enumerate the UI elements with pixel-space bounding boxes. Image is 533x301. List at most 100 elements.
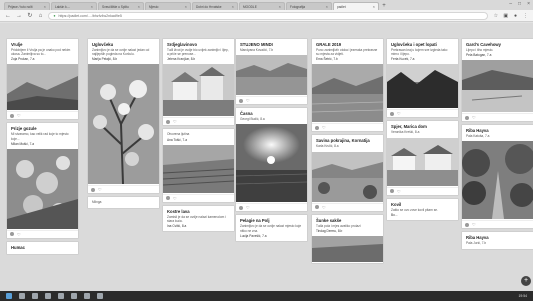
menu-icon[interactable]: ⋮	[523, 13, 528, 19]
post-author: Ema Šetrić, 7.b	[316, 57, 338, 62]
post-title: Riba Hayva	[466, 128, 489, 134]
post-author: Tindag Dermu, 8.b	[316, 228, 343, 233]
post-author: Milan Mušić, 7.a	[11, 141, 35, 146]
browser-tab[interactable]: Mjesto ×	[145, 2, 191, 10]
heart-icon[interactable]: ♡	[397, 189, 401, 194]
post-card[interactable]: Časna Georgi Budić, 8.a ♡	[236, 108, 307, 212]
close-icon[interactable]: ×	[44, 4, 46, 9]
post-author: Lucija Pavešić, 7.a	[240, 233, 267, 238]
back-icon[interactable]: ←	[5, 13, 11, 19]
new-tab-button[interactable]: +	[380, 2, 388, 10]
post-title: Časna	[240, 111, 253, 117]
board-column: Vrulje Pridobijem li Vrulja pa je onako …	[7, 39, 78, 258]
post-text: Zamisli je da se ovdje nalazi kamenolom …	[167, 214, 226, 223]
post-card[interactable]: Spjer, Marica dom Veronika Krešić, 8.a ♡	[387, 121, 458, 195]
maximize-button[interactable]: □	[518, 1, 521, 7]
close-icon[interactable]: ×	[232, 4, 234, 9]
browser-tab[interactable]: Dobri do Hrvatske ×	[192, 2, 238, 10]
profile-icon[interactable]: ●	[513, 13, 518, 19]
post-title: Prizje gozule	[11, 126, 37, 132]
close-icon[interactable]: ×	[326, 4, 328, 9]
heart-icon[interactable]: ♡	[322, 205, 326, 210]
post-text: Otvorena ljutina	[167, 132, 190, 137]
heart-icon[interactable]: ♡	[98, 187, 102, 192]
app-icon[interactable]	[84, 293, 90, 299]
avatar	[465, 222, 469, 227]
post-card[interactable]: Riba Hayva Pala Jurić, 7.b	[462, 232, 533, 249]
browser-tab[interactable]: Prijave / tuto nolit ×	[4, 2, 50, 10]
close-window-button[interactable]: ×	[527, 1, 530, 7]
post-card[interactable]: Savina pokrajina, Kornatija Karla Krulić…	[312, 135, 383, 211]
post-card[interactable]: Riba Hayva Pala Katuša, 7.a ♡	[462, 125, 533, 229]
post-card[interactable]: Kostre lava Zamisli je da se ovdje nalaz…	[163, 205, 234, 232]
post-text: Pridobijem li Vrulja pa je onako pod nek…	[11, 48, 71, 57]
heart-icon[interactable]: ♡	[17, 113, 21, 118]
avatar	[390, 111, 394, 116]
post-card[interactable]: STUJENO MINDI Mandyana Kovačić, 7.b ♡	[236, 39, 307, 105]
browser-tab-active[interactable]: padlet ×	[333, 2, 379, 10]
post-card[interactable]: Kovil Zašto se ovo zove kovil pitam se. …	[387, 198, 458, 220]
avatar	[10, 113, 14, 118]
post-card[interactable]: Uglovčeku i opet lopati Prekrasan kraj u…	[387, 39, 458, 118]
post-text: Georgi Budić, 8.a	[240, 117, 265, 122]
star-icon[interactable]: ☆	[493, 13, 498, 19]
close-icon[interactable]: ×	[185, 4, 187, 9]
heart-icon[interactable]: ♡	[322, 125, 326, 130]
heart-icon[interactable]: ♡	[173, 119, 177, 124]
post-text: Mlinga	[92, 200, 102, 205]
tab-label: Prijave / tuto nolit	[8, 4, 33, 9]
close-icon[interactable]: ×	[279, 4, 281, 9]
post-card[interactable]: Vrulje Pridobijem li Vrulja pa je onako …	[7, 39, 78, 120]
heart-icon[interactable]: ♡	[397, 111, 401, 116]
post-title: Humac	[11, 244, 25, 250]
post-card[interactable]: Mlinga	[88, 197, 159, 208]
address-bar[interactable]: ● https://padlet.com/..../bhzfv4w2nkad9e…	[48, 11, 489, 20]
post-card[interactable]: Otvorena ljutina Ana Tošić, 7.a ♡	[163, 129, 234, 202]
post-title: Savina pokrajina, Kornatija	[316, 138, 370, 144]
heart-icon[interactable]: ♡	[472, 222, 476, 227]
post-card[interactable]: Šunke sakše Tuđa pola i mjes avatiko pro…	[312, 214, 383, 263]
post-card[interactable]: Prizje gozule Mi stvaramo, kao velik rad…	[7, 123, 78, 238]
post-title: Šunke sakše	[316, 217, 342, 223]
browser-icon[interactable]	[45, 293, 51, 299]
post-card[interactable]: Gard's Cavehowy Lijepo i tiho mjesto. Pe…	[462, 39, 533, 122]
post-photo	[7, 64, 78, 111]
forward-icon[interactable]: →	[16, 13, 22, 19]
close-icon[interactable]: ×	[91, 4, 93, 9]
reload-icon[interactable]: ↻	[27, 12, 33, 19]
tab-label: padlet	[337, 4, 346, 9]
post-title: Kovil	[391, 201, 402, 207]
close-icon[interactable]: ×	[373, 4, 375, 9]
post-author: Ana Tošić, 7.a	[167, 137, 187, 142]
post-author: Ferta Kucek, 7.a	[391, 57, 415, 62]
browser-tab[interactable]: Fotografija ×	[286, 2, 332, 10]
post-card[interactable]: Uglovčeku Zanimljivo je da se ovdje nala…	[88, 39, 159, 194]
post-photo	[312, 64, 383, 123]
add-post-button[interactable]: +	[521, 276, 531, 286]
minimize-button[interactable]: –	[509, 1, 512, 7]
post-title: Uglovčeku i opet lopati	[391, 42, 437, 47]
app-icon[interactable]	[97, 293, 103, 299]
heart-icon[interactable]: ♡	[246, 205, 250, 210]
heart-icon[interactable]: ♡	[173, 196, 177, 201]
post-text: Mandyana Kovačić, 7.b	[240, 48, 274, 52]
post-card[interactable]: Humac	[7, 241, 78, 254]
search-icon[interactable]	[19, 293, 25, 299]
extensions-icon[interactable]: ▣	[503, 13, 508, 19]
heart-icon[interactable]: ♡	[246, 98, 250, 103]
heart-icon[interactable]: ♡	[472, 115, 476, 120]
post-card[interactable]: Pelagie na Polj Zanimljivo je da se ovdj…	[236, 215, 307, 241]
heart-icon[interactable]: ♡	[17, 232, 21, 237]
app-icon[interactable]	[71, 293, 77, 299]
post-text: Zanimljivo je da se ovdje nalazi jedan o…	[92, 48, 150, 57]
home-icon[interactable]: ⌂	[38, 13, 44, 19]
browser-tab[interactable]: Sveučilište u Splitu ×	[98, 2, 144, 10]
start-menu-icon[interactable]	[6, 293, 12, 299]
word-icon[interactable]	[58, 293, 64, 299]
browser-tab[interactable]: MOODLE ×	[239, 2, 285, 10]
post-card[interactable]: Srdjeglavinovo Tuđi život je ovdje bio u…	[163, 39, 234, 126]
browser-tab[interactable]: Lakšin k.... ×	[51, 2, 97, 10]
close-icon[interactable]: ×	[138, 4, 140, 9]
file-explorer-icon[interactable]	[32, 293, 38, 299]
post-card[interactable]: GRALE 2019 Puno zanimljivih otoka i jeze…	[312, 39, 383, 132]
